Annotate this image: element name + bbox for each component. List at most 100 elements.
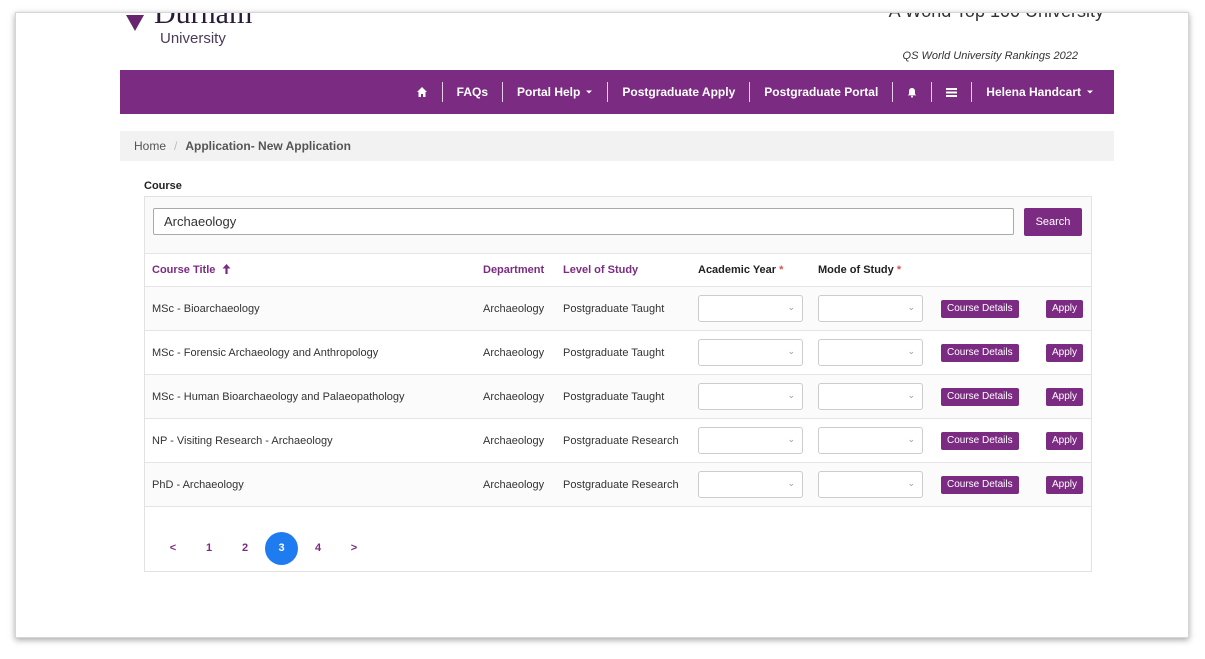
course-details-cell: Course Details	[934, 286, 1039, 331]
chevron-down-icon: ⌄	[907, 346, 915, 356]
column-department[interactable]: Department	[476, 254, 556, 287]
course-details-button[interactable]: Course Details	[941, 431, 1019, 450]
apply-button[interactable]: Apply	[1046, 387, 1084, 406]
table-row: NP - Visiting Research - Archaeology Arch…	[145, 418, 1091, 463]
column-level-of-study[interactable]: Level of Study	[556, 254, 691, 287]
caret-down-icon	[586, 90, 593, 94]
site-header: Durham University A World Top 100 Univer…	[120, 13, 1114, 69]
logo-subtitle[interactable]: University	[160, 30, 226, 47]
mode-of-study-select[interactable]: ⌄	[818, 427, 923, 454]
chevron-down-icon: ⌄	[907, 390, 915, 400]
apply-button[interactable]: Apply	[1046, 343, 1084, 362]
page-next[interactable]: >	[336, 542, 372, 554]
course-search-input[interactable]: Archaeology	[153, 208, 1014, 235]
course-details-button[interactable]: Course Details	[941, 343, 1019, 362]
nav-notifications[interactable]	[893, 82, 933, 102]
nav-user-menu[interactable]: Helena Handcart	[972, 82, 1114, 102]
nav-portal-help-label: Portal Help	[517, 85, 581, 99]
column-course-title[interactable]: Course Title	[145, 254, 476, 287]
level-of-study-cell: Postgraduate Taught	[556, 374, 691, 419]
course-details-button[interactable]: Course Details	[941, 299, 1019, 318]
mode-of-study-select[interactable]: ⌄	[818, 339, 923, 366]
academic-year-cell: ⌄	[691, 374, 811, 419]
mode-of-study-cell: ⌄	[811, 418, 934, 463]
nav-menu[interactable]	[932, 82, 973, 102]
mode-of-study-select[interactable]: ⌄	[818, 295, 923, 322]
table-row: MSc - Forensic Archaeology and Anthropol…	[145, 330, 1091, 375]
nav-postgraduate-portal[interactable]: Postgraduate Portal	[750, 82, 894, 102]
breadcrumb-home[interactable]: Home	[134, 139, 166, 153]
academic-year-cell: ⌄	[691, 286, 811, 331]
department-cell: Archaeology	[476, 286, 556, 331]
chevron-down-icon: ⌄	[787, 434, 795, 444]
mode-of-study-cell: ⌄	[811, 462, 934, 507]
required-marker: *	[779, 264, 784, 276]
nav-faqs[interactable]: FAQs	[443, 82, 503, 102]
page-2[interactable]: 2	[227, 542, 263, 554]
table-row: PhD - Archaeology Archaeology Postgraduate…	[145, 462, 1091, 507]
apply-cell: Apply	[1039, 374, 1091, 419]
course-details-cell: Course Details	[934, 330, 1039, 375]
chevron-down-icon: ⌄	[787, 390, 795, 400]
column-course-title-label: Course Title	[152, 264, 216, 276]
course-details-button[interactable]: Course Details	[941, 387, 1019, 406]
course-details-cell: Course Details	[934, 462, 1039, 507]
nav-portal-help[interactable]: Portal Help	[503, 82, 609, 102]
bell-icon	[908, 87, 917, 98]
academic-year-select[interactable]: ⌄	[698, 383, 803, 410]
level-of-study-cell: Postgraduate Research	[556, 418, 691, 463]
mode-of-study-cell: ⌄	[811, 374, 934, 419]
user-name: Helena Handcart	[986, 85, 1081, 99]
home-icon	[416, 87, 427, 97]
department-cell: Archaeology	[476, 374, 556, 419]
academic-year-cell: ⌄	[691, 330, 811, 375]
browser-frame: Durham University A World Top 100 Univer…	[15, 12, 1189, 638]
course-title-cell: NP - Visiting Research - Archaeology	[145, 418, 476, 463]
course-table: Course Title Department Level of Study A…	[145, 254, 1091, 507]
mode-of-study-cell: ⌄	[811, 330, 934, 375]
apply-cell: Apply	[1039, 286, 1091, 331]
tagline: A World Top 100 University	[889, 13, 1104, 22]
apply-button[interactable]: Apply	[1046, 475, 1084, 494]
search-input-value: Archaeology	[164, 214, 237, 229]
mode-of-study-select[interactable]: ⌄	[818, 383, 923, 410]
apply-cell: Apply	[1039, 462, 1091, 507]
apply-cell: Apply	[1039, 330, 1091, 375]
department-cell: Archaeology	[476, 418, 556, 463]
course-title-cell: MSc - Forensic Archaeology and Anthropol…	[145, 330, 476, 375]
course-details-button[interactable]: Course Details	[941, 475, 1019, 494]
course-title-cell: MSc - Bioarchaeology	[145, 286, 476, 331]
academic-year-label: Academic Year	[698, 264, 777, 276]
course-details-cell: Course Details	[934, 418, 1039, 463]
mode-of-study-select[interactable]: ⌄	[818, 471, 923, 498]
level-of-study-cell: Postgraduate Research	[556, 462, 691, 507]
mode-of-study-label: Mode of Study	[818, 264, 894, 276]
search-bar: Archaeology Search	[145, 197, 1091, 254]
academic-year-select[interactable]: ⌄	[698, 471, 803, 498]
academic-year-select[interactable]: ⌄	[698, 427, 803, 454]
search-button[interactable]: Search	[1024, 208, 1082, 236]
chevron-down-icon: ⌄	[787, 478, 795, 488]
breadcrumb-current: Application- New Application	[185, 139, 351, 153]
column-apply	[1039, 254, 1091, 287]
breadcrumb: Home / Application- New Application	[120, 131, 1114, 161]
page-4[interactable]: 4	[300, 542, 336, 554]
academic-year-select[interactable]: ⌄	[698, 295, 803, 322]
apply-button[interactable]: Apply	[1046, 299, 1084, 318]
mode-of-study-cell: ⌄	[811, 286, 934, 331]
nav-home[interactable]	[402, 82, 443, 102]
page-3-current[interactable]: 3	[265, 531, 298, 565]
nav-postgraduate-apply[interactable]: Postgraduate Apply	[608, 82, 751, 102]
pagination: < 1 2 3 4 >	[155, 531, 372, 565]
page-1[interactable]: 1	[191, 542, 227, 554]
department-cell: Archaeology	[476, 330, 556, 375]
logo-name[interactable]: Durham	[154, 13, 252, 29]
chevron-down-icon: ⌄	[787, 346, 795, 356]
course-title-cell: MSc - Human Bioarchaeology and Palaeopat…	[145, 374, 476, 419]
apply-button[interactable]: Apply	[1046, 431, 1084, 450]
page-prev[interactable]: <	[155, 542, 191, 554]
course-label: Course	[144, 180, 182, 192]
level-of-study-cell: Postgraduate Taught	[556, 330, 691, 375]
chevron-down-icon: ⌄	[907, 478, 915, 488]
academic-year-select[interactable]: ⌄	[698, 339, 803, 366]
